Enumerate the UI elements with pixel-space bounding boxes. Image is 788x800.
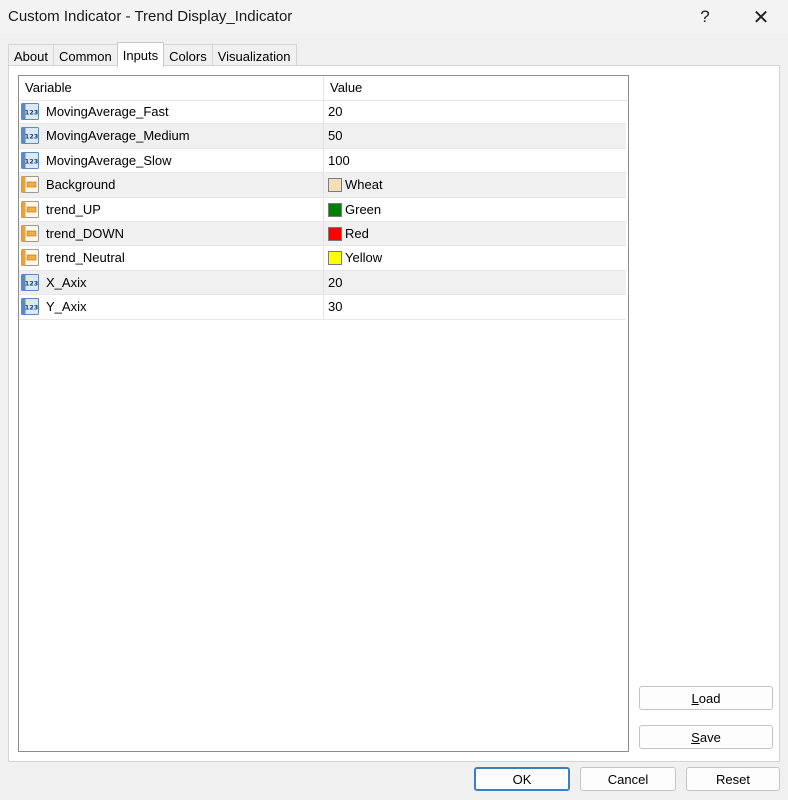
variable-name: trend_DOWN	[46, 225, 125, 241]
title-bar: Custom Indicator - Trend Display_Indicat…	[0, 0, 788, 34]
variable-value-text: 100	[328, 152, 350, 168]
variable-name: Background	[46, 177, 116, 193]
table-row[interactable]: trend_Neutral Yellow	[19, 246, 626, 271]
variable-value-text: 20	[328, 274, 343, 290]
variable-name: Y_Axix	[46, 299, 87, 315]
cell-divider	[323, 173, 324, 197]
svg-text:123: 123	[25, 157, 39, 165]
cell-divider	[323, 246, 324, 270]
cell-divider	[323, 100, 324, 124]
save-button[interactable]: Save	[639, 725, 773, 749]
help-button[interactable]: ?	[682, 0, 728, 34]
variable-value[interactable]: Green	[328, 198, 381, 222]
table-row[interactable]: 123 Y_Axix 30	[19, 295, 626, 320]
variable-value-text: Yellow	[345, 250, 383, 266]
cell-divider	[323, 270, 324, 295]
variable-value-text: 50	[328, 128, 343, 144]
ok-button[interactable]: OK	[474, 767, 570, 791]
save-button-label: ave	[699, 729, 721, 745]
variable-value-text: Green	[345, 201, 382, 217]
load-button-mnemonic: L	[691, 690, 699, 706]
table-row[interactable]: 123 MovingAverage_Medium 50	[19, 124, 626, 149]
reset-button[interactable]: Reset	[686, 767, 780, 791]
svg-text:123: 123	[25, 133, 39, 141]
variable-name: MovingAverage_Slow	[46, 152, 172, 168]
variable-value-text: 20	[328, 104, 343, 119]
tab-inputs[interactable]: Inputs	[116, 42, 165, 67]
variable-value[interactable]: Red	[328, 222, 369, 246]
variable-value[interactable]: 30	[328, 295, 342, 319]
color-type-icon	[21, 200, 39, 218]
number-type-icon: 123	[21, 298, 39, 316]
svg-text:123: 123	[25, 304, 39, 312]
cell-divider	[323, 148, 324, 173]
number-type-icon: 123	[21, 127, 39, 145]
svg-text:123: 123	[25, 279, 39, 287]
inputs-panel: Variable Value 123 MovingAverage_Fast 20 12…	[8, 65, 780, 762]
color-type-icon	[21, 224, 39, 242]
save-button-mnemonic: S	[691, 729, 700, 745]
close-icon: ✕	[752, 6, 770, 29]
variable-value[interactable]: Wheat	[328, 173, 383, 197]
tab-common[interactable]: Common	[52, 44, 118, 67]
variable-value[interactable]: 50	[328, 124, 342, 148]
table-row[interactable]: trend_UP Green	[19, 197, 626, 222]
tab-about[interactable]: About	[8, 44, 54, 67]
variable-name: trend_UP	[46, 201, 101, 217]
variable-value-text: Wheat	[345, 177, 383, 193]
color-swatch	[328, 251, 342, 266]
number-type-icon: 123	[21, 103, 39, 120]
variable-name: MovingAverage_Fast	[46, 104, 169, 119]
table-row[interactable]: 123 MovingAverage_Slow 100	[19, 148, 626, 174]
variable-value[interactable]: 20	[328, 271, 342, 295]
variable-value-text: 30	[328, 299, 343, 315]
column-header-value[interactable]: Value	[330, 76, 362, 100]
window-title: Custom Indicator - Trend Display_Indicat…	[8, 8, 293, 25]
table-row[interactable]: trend_DOWN Red	[19, 221, 626, 247]
variable-name: trend_Neutral	[46, 250, 125, 266]
help-icon: ?	[700, 7, 710, 26]
close-button[interactable]: ✕	[738, 0, 784, 34]
variable-name: MovingAverage_Medium	[46, 128, 190, 144]
color-type-icon	[21, 176, 39, 194]
variable-value[interactable]: Yellow	[328, 246, 382, 270]
variable-value[interactable]: 100	[328, 149, 350, 173]
table-row[interactable]: 123 MovingAverage_Fast 20	[19, 100, 626, 125]
tab-colors[interactable]: Colors	[163, 44, 213, 67]
column-divider[interactable]	[323, 76, 324, 100]
number-type-icon: 123	[21, 273, 39, 291]
variable-value-text: Red	[345, 225, 369, 241]
rows-container: 123 MovingAverage_Fast 20 123 MovingAverage_…	[19, 100, 626, 320]
svg-text:123: 123	[25, 109, 39, 117]
color-swatch	[328, 178, 342, 193]
cancel-button[interactable]: Cancel	[580, 767, 676, 791]
color-type-icon	[21, 249, 39, 267]
variable-name: X_Axix	[46, 274, 87, 290]
inputs-list[interactable]: Variable Value 123 MovingAverage_Fast 20 12…	[18, 75, 629, 752]
list-header: Variable Value	[19, 76, 628, 101]
column-header-variable[interactable]: Variable	[25, 76, 72, 100]
color-swatch	[328, 202, 342, 217]
cell-divider	[323, 295, 324, 319]
variable-value[interactable]: 20	[328, 100, 342, 124]
cell-divider	[323, 124, 324, 148]
tab-strip: About Common Inputs Colors Visualization	[8, 42, 297, 67]
table-row[interactable]: 123 X_Axix 20	[19, 270, 626, 296]
cell-divider	[323, 221, 324, 246]
load-button[interactable]: Load	[639, 686, 773, 710]
cell-divider	[323, 197, 324, 221]
number-type-icon: 123	[21, 151, 39, 169]
table-row[interactable]: Background Wheat	[19, 173, 626, 198]
tab-visualization[interactable]: Visualization	[211, 44, 297, 67]
color-swatch	[328, 226, 342, 241]
load-button-label: oad	[698, 690, 721, 706]
